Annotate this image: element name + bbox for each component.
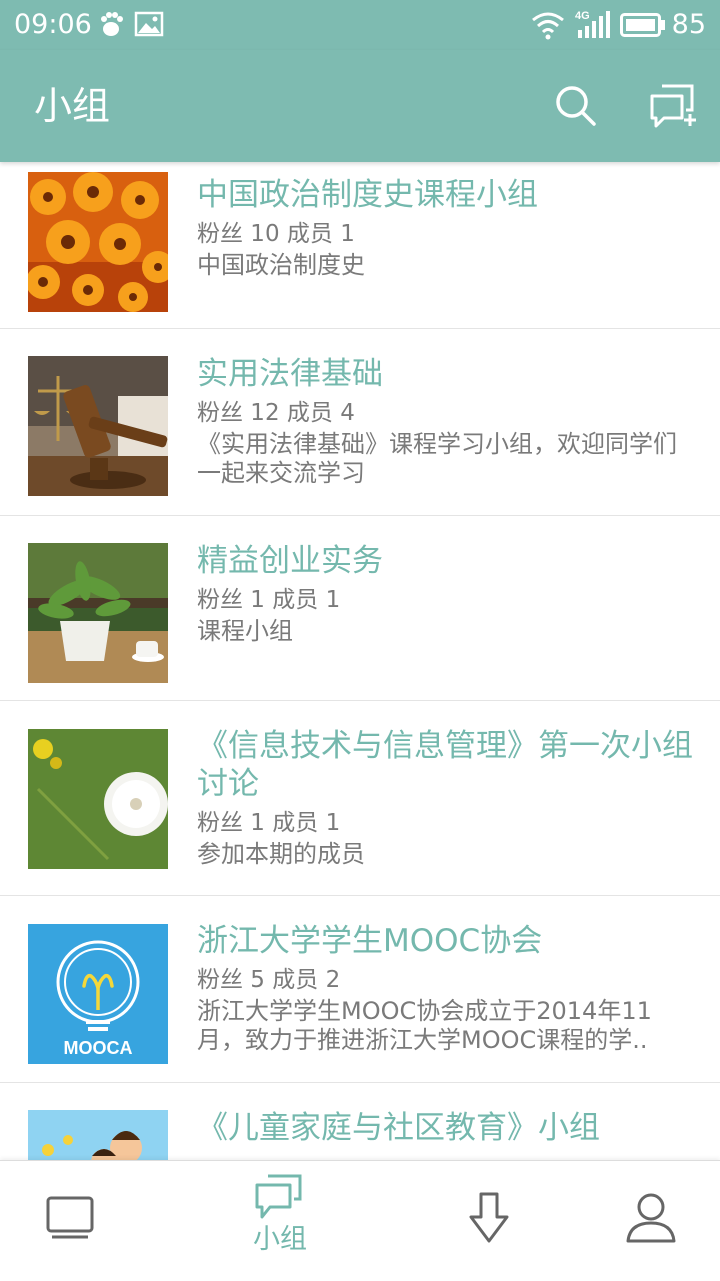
status-bar: 09:06 4G 85 (0, 0, 720, 50)
group-chat-icon (255, 1174, 302, 1219)
download-arrow-icon (469, 1192, 509, 1243)
group-stats: 粉丝 1 成员 1 (197, 587, 341, 613)
network-label: 4G (575, 10, 590, 22)
tab-courses[interactable] (0, 1161, 180, 1281)
group-title: 浙江大学学生MOOC协会 (197, 923, 543, 959)
battery-icon (620, 13, 666, 41)
group-thumbnail (28, 1110, 168, 1160)
app-bar: 小组 (0, 50, 720, 162)
group-stats: 粉丝 1 成员 1 (197, 810, 341, 836)
group-description: 《实用法律基础》课程学习小组，欢迎同学们一起来交流学习 (197, 430, 677, 487)
group-item[interactable]: 实用法律基础 粉丝 12 成员 4 《实用法律基础》课程学习小组，欢迎同学们一起… (0, 329, 720, 516)
group-description: 中国政治制度史 (197, 251, 365, 279)
new-group-chat-icon (650, 84, 696, 128)
monitor-icon (46, 1196, 94, 1239)
new-group-chat-button[interactable] (646, 80, 698, 132)
group-thumbnail (28, 356, 168, 496)
search-button[interactable] (550, 80, 602, 132)
group-description: 课程小组 (197, 617, 293, 645)
group-thumbnail (28, 172, 168, 312)
status-time: 09:06 (14, 9, 92, 40)
group-title: 精益创业实务 (197, 543, 383, 579)
group-title: 《信息技术与信息管理》第一次小组讨论 (197, 728, 693, 802)
tab-label: 小组 (253, 1224, 307, 1255)
bottom-tab-bar: 小组 (0, 1160, 720, 1281)
page-title: 小组 (34, 84, 111, 128)
group-item[interactable]: 中国政治制度史课程小组 粉丝 10 成员 1 中国政治制度史 (0, 162, 720, 329)
group-thumbnail: MOOCA (28, 924, 168, 1064)
group-item[interactable]: 《儿童家庭与社区教育》小组 (0, 1083, 720, 1160)
group-item[interactable]: MOOCA 浙江大学学生MOOC协会 粉丝 5 成员 2 浙江大学学生MOOC协… (0, 896, 720, 1083)
group-description: 参加本期的成员 (197, 840, 365, 868)
wifi-icon (530, 10, 566, 44)
search-icon (556, 86, 596, 126)
tab-groups[interactable]: 小组 (190, 1161, 370, 1281)
logo-text: MOOCA (64, 1038, 133, 1058)
group-title: 中国政治制度史课程小组 (197, 177, 538, 213)
group-list[interactable]: 中国政治制度史课程小组 粉丝 10 成员 1 中国政治制度史 实用法律基础 粉丝… (0, 162, 720, 1160)
battery-level: 85 (671, 9, 706, 40)
group-title: 实用法律基础 (197, 356, 383, 392)
group-title: 《儿童家庭与社区教育》小组 (197, 1110, 600, 1146)
image-icon (134, 10, 164, 42)
group-stats: 粉丝 12 成员 4 (197, 400, 355, 426)
group-description: 浙江大学学生MOOC协会成立于2014年11月，致力于推进浙江大学MOOC课程的… (197, 997, 652, 1054)
group-stats: 粉丝 10 成员 1 (197, 221, 355, 247)
group-item[interactable]: 精益创业实务 粉丝 1 成员 1 课程小组 (0, 516, 720, 701)
tab-profile[interactable] (540, 1161, 720, 1281)
baidu-paw-icon (96, 10, 126, 44)
group-thumbnail (28, 729, 168, 869)
person-icon (626, 1193, 676, 1243)
4g-signal-icon: 4G (574, 8, 612, 44)
group-item[interactable]: 《信息技术与信息管理》第一次小组讨论 粉丝 1 成员 1 参加本期的成员 (0, 701, 720, 896)
group-stats: 粉丝 5 成员 2 (197, 967, 341, 993)
group-thumbnail (28, 543, 168, 683)
